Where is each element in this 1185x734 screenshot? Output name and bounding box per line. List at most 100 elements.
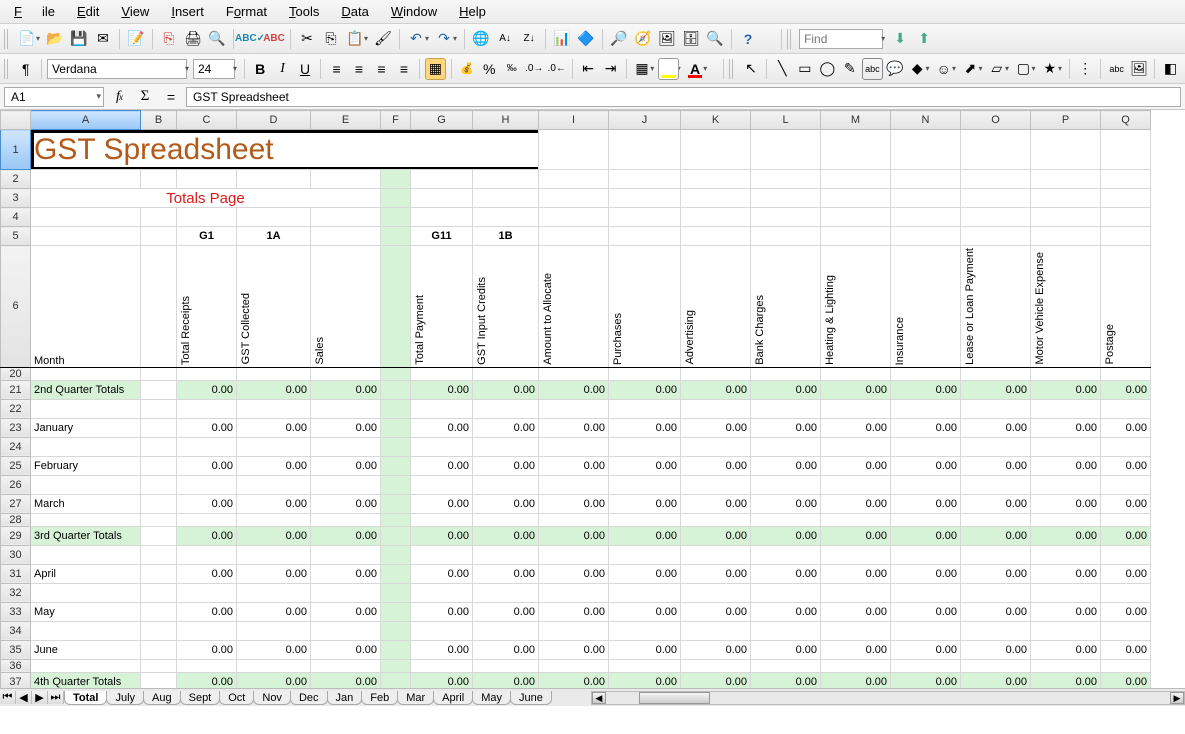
- tab-prev-icon[interactable]: ◀: [16, 691, 32, 704]
- cell-D23[interactable]: 0.00: [237, 418, 311, 437]
- cell-K4[interactable]: [681, 208, 751, 227]
- cell-E31[interactable]: 0.00: [311, 564, 381, 583]
- cell-M1[interactable]: [821, 130, 891, 170]
- cell-A29[interactable]: 3rd Quarter Totals: [31, 526, 141, 545]
- cell-H20[interactable]: [473, 367, 539, 380]
- cell-Q22[interactable]: [1101, 399, 1151, 418]
- cell-M23[interactable]: 0.00: [821, 418, 891, 437]
- cell-P22[interactable]: [1031, 399, 1101, 418]
- cell-P1[interactable]: [1031, 130, 1101, 170]
- col-header-J[interactable]: J: [609, 111, 681, 130]
- cell-Q30[interactable]: [1101, 545, 1151, 564]
- add-decimal-icon[interactable]: .0→: [524, 58, 544, 80]
- new-doc-icon[interactable]: 📄: [16, 28, 38, 50]
- cell-K22[interactable]: [681, 399, 751, 418]
- cell-O37[interactable]: 0.00: [961, 672, 1031, 688]
- sheet-tab-dec[interactable]: Dec: [290, 691, 328, 705]
- cell-N6[interactable]: Insurance: [891, 246, 961, 368]
- cell-A20[interactable]: [31, 367, 141, 380]
- cell-M31[interactable]: 0.00: [821, 564, 891, 583]
- font-size-input[interactable]: [193, 59, 235, 79]
- cell-K5[interactable]: [681, 227, 751, 246]
- cell-C22[interactable]: [177, 399, 237, 418]
- borders-dropdown[interactable]: ▾: [650, 64, 654, 73]
- flowchart-icon[interactable]: ▱: [987, 58, 1007, 80]
- cell-J22[interactable]: [609, 399, 681, 418]
- cell-A2[interactable]: [31, 170, 141, 189]
- cell-J1[interactable]: [609, 130, 681, 170]
- cell-G26[interactable]: [411, 475, 473, 494]
- cell-F37[interactable]: [381, 672, 411, 688]
- cell-M37[interactable]: 0.00: [821, 672, 891, 688]
- cell-F24[interactable]: [381, 437, 411, 456]
- cell-L1[interactable]: [751, 130, 821, 170]
- symbol-dd[interactable]: ▾: [952, 64, 956, 73]
- cell-M29[interactable]: 0.00: [821, 526, 891, 545]
- undo-dropdown[interactable]: ▾: [425, 34, 429, 43]
- cell-M28[interactable]: [821, 513, 891, 526]
- cell-L27[interactable]: 0.00: [751, 494, 821, 513]
- cell-L5[interactable]: [751, 227, 821, 246]
- cell-D36[interactable]: [237, 659, 311, 672]
- cell-C34[interactable]: [177, 621, 237, 640]
- cell-C6[interactable]: Total Receipts: [177, 246, 237, 368]
- cell-D24[interactable]: [237, 437, 311, 456]
- col-header-B[interactable]: B: [141, 111, 177, 130]
- freeform-icon[interactable]: ✎: [840, 58, 860, 80]
- cell-I26[interactable]: [539, 475, 609, 494]
- cell-O35[interactable]: 0.00: [961, 640, 1031, 659]
- cell-B30[interactable]: [141, 545, 177, 564]
- find-toolbar-grip[interactable]: [787, 29, 793, 49]
- cell-N23[interactable]: 0.00: [891, 418, 961, 437]
- cell-N36[interactable]: [891, 659, 961, 672]
- cell-H28[interactable]: [473, 513, 539, 526]
- cell-B21[interactable]: [141, 380, 177, 399]
- menu-insert[interactable]: Insert: [161, 2, 214, 21]
- cell-H6[interactable]: GST Input Credits: [473, 246, 539, 368]
- cell-J4[interactable]: [609, 208, 681, 227]
- sheet-tab-june[interactable]: June: [510, 691, 552, 705]
- cell-A28[interactable]: [31, 513, 141, 526]
- cell-N35[interactable]: 0.00: [891, 640, 961, 659]
- cell-H35[interactable]: 0.00: [473, 640, 539, 659]
- sheet-tab-sept[interactable]: Sept: [180, 691, 221, 705]
- decrease-indent-icon[interactable]: ⇤: [578, 58, 598, 80]
- cell-L20[interactable]: [751, 367, 821, 380]
- cell-G21[interactable]: 0.00: [411, 380, 473, 399]
- print-icon[interactable]: 🖨: [182, 28, 204, 50]
- cell-J36[interactable]: [609, 659, 681, 672]
- cell-K21[interactable]: 0.00: [681, 380, 751, 399]
- col-header-F[interactable]: F: [381, 111, 411, 130]
- cell-D26[interactable]: [237, 475, 311, 494]
- cell-Q36[interactable]: [1101, 659, 1151, 672]
- cell-A25[interactable]: February: [31, 456, 141, 475]
- col-header-G[interactable]: G: [411, 111, 473, 130]
- sum-icon[interactable]: Σ: [134, 86, 156, 108]
- cell-G35[interactable]: 0.00: [411, 640, 473, 659]
- cell-O2[interactable]: [961, 170, 1031, 189]
- cell-L31[interactable]: 0.00: [751, 564, 821, 583]
- cell-N31[interactable]: 0.00: [891, 564, 961, 583]
- paste-dropdown[interactable]: ▾: [364, 34, 368, 43]
- cell-C2[interactable]: [177, 170, 237, 189]
- cell-E6[interactable]: Sales: [311, 246, 381, 368]
- scroll-right-icon[interactable]: ▶: [1170, 692, 1184, 704]
- callouts-icon[interactable]: ▢: [1013, 58, 1033, 80]
- cell-Q6[interactable]: Postage: [1101, 246, 1151, 368]
- align-center-icon[interactable]: ≡: [349, 58, 369, 80]
- cell-D4[interactable]: [237, 208, 311, 227]
- cell-F35[interactable]: [381, 640, 411, 659]
- row-header-33[interactable]: 33: [1, 602, 31, 621]
- menu-edit[interactable]: Edit: [67, 2, 109, 21]
- cell-E27[interactable]: 0.00: [311, 494, 381, 513]
- cell-P3[interactable]: [1031, 189, 1101, 208]
- cell-F5[interactable]: [381, 227, 411, 246]
- col-header-I[interactable]: I: [539, 111, 609, 130]
- cell-M33[interactable]: 0.00: [821, 602, 891, 621]
- cell-H32[interactable]: [473, 583, 539, 602]
- cell-P23[interactable]: 0.00: [1031, 418, 1101, 437]
- cell-L6[interactable]: Bank Charges: [751, 246, 821, 368]
- cell-F20[interactable]: [381, 367, 411, 380]
- cell-J5[interactable]: [609, 227, 681, 246]
- cell-J6[interactable]: Purchases: [609, 246, 681, 368]
